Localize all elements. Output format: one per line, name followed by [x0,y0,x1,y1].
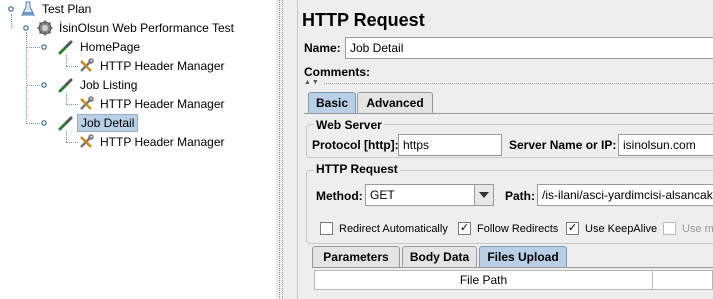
tree-connector [66,104,78,105]
check-icon: ✓ [458,222,471,235]
tools-icon [80,134,94,148]
collapse-toggle-icon[interactable] [40,119,48,127]
tree-node-thread-group[interactable]: İsinOlsun Web Performance Test [37,19,237,37]
tree-node-job-listing[interactable]: Job Listing [58,76,140,94]
use-keepalive-checkbox[interactable]: ✓ Use KeepAlive [566,222,657,235]
tab-basic[interactable]: Basic [308,92,356,114]
tree-connector [66,66,78,67]
tab-parameters[interactable]: Parameters [312,246,400,268]
comments-label: Comments: [304,65,371,79]
tree-connector [11,14,12,28]
redirect-automatically-checkbox[interactable]: Redirect Automatically [320,222,448,235]
checkbox-label: Use mu [682,222,713,235]
tree-node-label: HTTP Header Manager [100,135,225,149]
pipette-icon [58,40,73,55]
tools-icon [80,96,94,110]
files-upload-table-header: File Path [314,270,713,290]
pipette-icon [58,116,73,131]
tree-node-job-detail[interactable]: Job Detail [58,114,139,132]
tab-strip-border [304,113,713,114]
tree-connector [26,85,40,86]
column-header-file-path[interactable]: File Path [315,271,653,289]
tree-connector [66,93,67,104]
tab-advanced[interactable]: Advanced [357,92,433,114]
tree-node-label: HTTP Header Manager [100,97,225,111]
tree-node-test-plan[interactable]: Test Plan [20,0,94,18]
collapse-toggle-icon[interactable] [22,24,30,32]
server-name-field[interactable]: isinolsun.com [618,134,713,156]
method-select[interactable]: GET [365,184,475,206]
method-label: Method: [316,189,363,203]
split-pane-divider[interactable] [276,0,290,299]
gear-icon [37,20,53,36]
tree-connector [26,47,40,48]
chevron-down-icon [479,192,489,198]
divider-arrows-icon[interactable]: ▲▼ [304,79,320,86]
server-name-label: Server Name or IP: [509,138,617,152]
tree-node-label: İsinOlsun Web Performance Test [59,21,234,35]
tree-node-header-manager[interactable]: HTTP Header Manager [78,133,228,151]
test-plan-tree[interactable]: Test Plan İsinOlsun Web Performance Test… [0,0,276,299]
use-multipart-checkbox: Use mu [663,222,713,235]
tree-node-header-manager[interactable]: HTTP Header Manager [78,57,228,75]
http-request-title: HTTP Request [314,162,400,176]
checkbox-box [663,222,676,235]
tab-files-upload[interactable]: Files Upload [479,246,567,268]
name-label: Name: [304,41,341,55]
protocol-field[interactable]: https [398,134,502,156]
name-field[interactable]: Job Detail [345,37,713,59]
web-server-title: Web Server [314,118,384,132]
checkbox-label: Redirect Automatically [339,222,448,235]
checkbox-box [320,222,333,235]
column-header-parameter[interactable] [653,271,713,289]
tree-node-homepage[interactable]: HomePage [58,38,143,56]
flask-icon [21,1,35,16]
tree-node-label: Job Listing [80,78,138,92]
tree-connector [66,131,67,142]
tree-connector [66,55,67,66]
tree-connector [26,123,40,124]
tree-connector [66,142,78,143]
tree-connector [26,32,27,124]
checkbox-label: Use KeepAlive [585,222,658,235]
collapse-toggle-icon[interactable] [7,5,15,13]
follow-redirects-checkbox[interactable]: ✓ Follow Redirects [458,222,558,235]
tree-node-label: Job Detail [77,114,139,132]
tools-icon [80,58,94,72]
tree-node-label: Test Plan [42,2,92,16]
protocol-label: Protocol [http]: [312,138,399,152]
checkbox-label: Follow Redirects [477,222,559,235]
collapse-toggle-icon[interactable] [40,81,48,89]
page-title: HTTP Request [302,10,425,30]
http-request-panel: HTTP Request Name: Job Detail Comments: … [297,0,713,299]
path-field[interactable]: /is-ilani/asci-yardimcisi-alsancak [537,184,713,206]
collapse-toggle-icon[interactable] [40,43,48,51]
tree-node-header-manager[interactable]: HTTP Header Manager [78,95,228,113]
pipette-icon [58,78,73,93]
sub-tab-strip-border [312,267,713,268]
check-icon: ✓ [566,222,579,235]
path-label: Path: [505,189,535,203]
divider [324,83,713,84]
method-dropdown-button[interactable] [474,184,494,206]
tree-node-label: HomePage [80,40,141,54]
tree-node-label: HTTP Header Manager [100,59,225,73]
tab-body-data[interactable]: Body Data [402,246,477,268]
